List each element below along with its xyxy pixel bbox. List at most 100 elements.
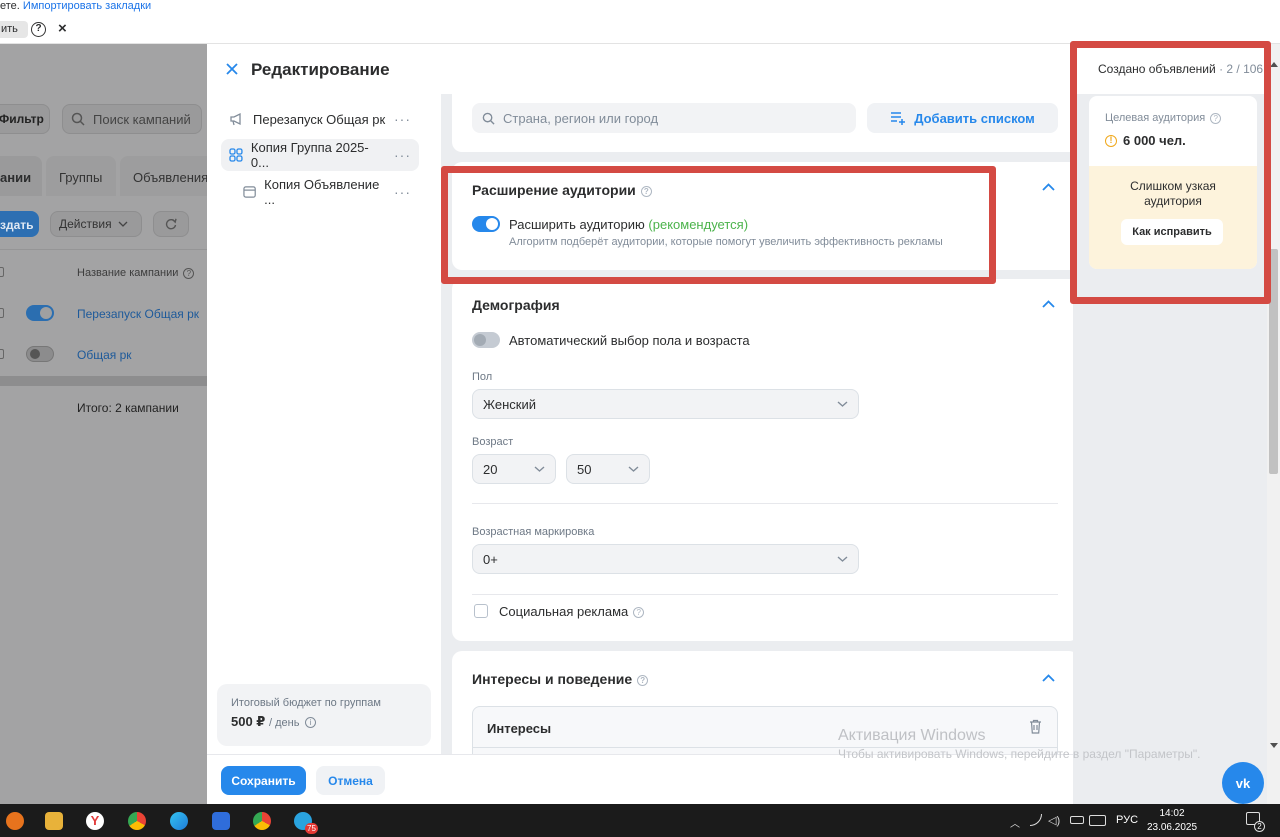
recommended-badge: (рекомендуется)	[648, 217, 749, 232]
keyboard-icon[interactable]	[1089, 815, 1106, 826]
search-placeholder: Поиск кампаний	[93, 111, 191, 127]
add-list-button[interactable]: Добавить списком	[867, 103, 1058, 133]
chevron-down-icon	[118, 221, 128, 227]
audience-expansion-card: Расширение аудитории? Расширить аудитори…	[452, 162, 1073, 270]
edge-icon[interactable]	[170, 812, 188, 830]
created-header: Создано объявлений · 2 / 106	[1073, 44, 1267, 94]
chevron-down-icon	[837, 401, 848, 407]
chevron-down-icon	[837, 556, 848, 562]
chevron-up-icon[interactable]	[1042, 674, 1055, 682]
nav-item-label: Копия Объявление ...	[264, 177, 380, 207]
more-icon[interactable]: ···	[394, 111, 411, 127]
budget-value: 500 ₽	[231, 714, 266, 729]
help-icon[interactable]: ?	[637, 674, 649, 686]
close-icon[interactable]	[226, 63, 238, 75]
expand-audience-toggle[interactable]	[472, 216, 500, 232]
import-bookmarks-link[interactable]: Импортировать закладки	[23, 0, 151, 12]
tray-chevron-icon[interactable]: ︿	[1010, 815, 1020, 830]
chevron-down-icon	[628, 466, 639, 472]
actions-button: Действия	[50, 211, 142, 237]
bookmark-app-icon[interactable]	[212, 812, 230, 830]
created-count: · 2 / 106	[1219, 62, 1264, 76]
age-mark-select[interactable]: 0+	[472, 544, 859, 574]
close-icon[interactable]: ×	[58, 20, 67, 37]
nav-item-ad[interactable]: Копия Объявление ... ···	[235, 176, 419, 208]
scroll-thumb[interactable]	[1269, 249, 1278, 474]
yandex-browser-icon[interactable]: Y	[86, 812, 104, 830]
help-icon[interactable]: ?	[31, 22, 46, 37]
budget-label: Итоговый бюджет по группам	[231, 697, 381, 709]
trash-icon[interactable]	[1029, 719, 1042, 734]
audience-label: Целевая аудитория?	[1105, 112, 1222, 124]
nav-item-campaign[interactable]: Перезапуск Общая рк ···	[221, 103, 419, 135]
nav-item-group[interactable]: Копия Группа 2025-0... ···	[221, 139, 419, 171]
chrome-icon[interactable]	[128, 812, 146, 830]
row-checkbox	[0, 349, 4, 359]
clock-time[interactable]: 14:02	[1147, 808, 1197, 819]
bookmarks-text: ете.	[0, 0, 20, 12]
background-campaigns-page: Фильтр Поиск кампаний ании Группы Объявл…	[0, 44, 207, 804]
chevron-up-icon[interactable]	[1042, 183, 1055, 191]
warning-text: Слишком узкая аудитория	[1130, 179, 1216, 208]
battery-icon[interactable]	[1070, 816, 1084, 824]
column-header-name: Название кампании?	[77, 267, 195, 279]
page-scrollbar[interactable]	[1267, 44, 1280, 804]
activation-watermark-text: Чтобы активировать Windows, перейдите в …	[838, 747, 1201, 761]
row-toggle-off	[26, 346, 54, 362]
sex-label: Пол	[472, 371, 493, 383]
modal-header: Редактирование	[207, 44, 1073, 94]
row-checkbox	[0, 308, 4, 318]
tab-ads: Объявления	[120, 156, 207, 196]
age-label: Возраст	[472, 436, 514, 448]
toggle-label-text: Расширить аудиторию	[509, 217, 645, 232]
budget-period: / день	[268, 717, 300, 729]
auto-demography-toggle[interactable]	[472, 332, 500, 348]
section-title: Расширение аудитории?	[472, 182, 652, 198]
social-ad-checkbox[interactable]	[474, 604, 488, 618]
folder-icon[interactable]	[45, 812, 63, 830]
app-icon[interactable]	[6, 812, 24, 830]
scroll-down-icon[interactable]	[1270, 743, 1278, 748]
network-icon[interactable]	[1030, 814, 1042, 826]
age-to-select[interactable]: 50	[566, 454, 650, 484]
info-icon[interactable]: i	[305, 717, 317, 729]
created-counter: Создано объявлений · 2 / 106	[1098, 62, 1263, 76]
geo-search-input[interactable]: Страна, регион или город	[472, 103, 856, 133]
help-icon[interactable]: ?	[633, 607, 645, 619]
auto-demography-label: Автоматический выбор пола и возраста	[509, 333, 750, 348]
how-to-fix-button[interactable]: Как исправить	[1121, 219, 1223, 245]
language-indicator[interactable]: РУС	[1116, 814, 1138, 826]
help-icon: ?	[183, 267, 195, 279]
created-label: Создано объявлений	[1098, 62, 1216, 76]
settings-content: Страна, регион или город Добавить списко…	[441, 94, 1073, 754]
scroll-up-icon[interactable]	[1270, 62, 1278, 67]
help-icon[interactable]: ?	[1210, 112, 1222, 124]
narrow-audience-warning: Слишком узкая аудитория Как исправить	[1089, 166, 1257, 269]
ad-icon	[243, 186, 256, 198]
search-icon	[71, 112, 85, 126]
grid-icon	[229, 148, 243, 162]
clock-date[interactable]: 23.06.2025	[1140, 822, 1204, 833]
edit-modal: Редактирование Перезапуск Общая рк ··· К…	[207, 44, 1073, 804]
chevron-up-icon[interactable]	[1042, 300, 1055, 308]
more-icon[interactable]: ···	[394, 147, 411, 163]
age-mark-value: 0+	[483, 551, 498, 567]
save-button[interactable]: Сохранить	[221, 766, 306, 795]
section-title: Демография	[472, 297, 560, 313]
create-button: здать	[0, 211, 39, 237]
filter-button: Фильтр	[0, 104, 50, 134]
tab-fragment[interactable]: ить	[0, 21, 28, 38]
more-icon[interactable]: ···	[394, 184, 411, 200]
cancel-button[interactable]: Отмена	[316, 766, 385, 795]
chrome-profile-icon[interactable]	[253, 812, 271, 830]
browser-tab-strip: ить ? ×	[0, 15, 1280, 44]
nav-item-label: Копия Группа 2025-0...	[250, 140, 369, 170]
telegram-badge: 75	[305, 823, 318, 834]
help-icon[interactable]: ?	[640, 185, 652, 197]
section-title-text: Интересы и поведение	[472, 671, 633, 687]
volume-icon[interactable]: ◁)	[1048, 814, 1060, 827]
nav-item-label: Перезапуск Общая рк	[253, 111, 386, 127]
sex-select[interactable]: Женский	[472, 389, 859, 419]
vk-chat-button[interactable]: vk	[1222, 762, 1264, 804]
age-from-select[interactable]: 20	[472, 454, 556, 484]
